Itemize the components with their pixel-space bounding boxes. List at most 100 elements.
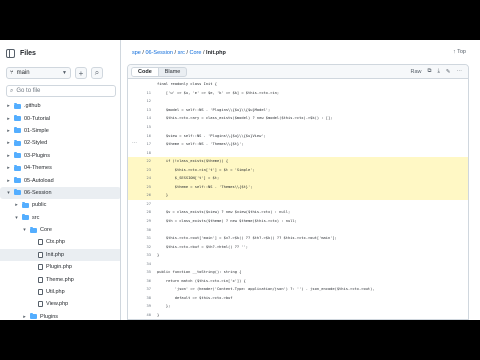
folder-icon xyxy=(30,226,37,233)
tree-folder[interactable]: ▸ 03-Plugins xyxy=(0,150,120,162)
file-icon xyxy=(38,301,43,308)
tree-item-label: Util.php xyxy=(46,289,65,296)
tree-folder[interactable]: ▸ 02-Styled xyxy=(0,137,120,149)
folder-icon xyxy=(14,152,21,159)
code-text: return match ($this->ctx->in['x']) { xyxy=(157,278,246,283)
line-number[interactable]: 36 xyxy=(128,279,157,283)
tree-folder[interactable]: ▾ src xyxy=(0,212,120,224)
tree-folder[interactable]: ▸ 01-Simple xyxy=(0,125,120,137)
file-icon xyxy=(38,251,43,258)
line-number[interactable]: 26 xyxy=(128,193,157,197)
line-number[interactable]: 18 xyxy=(128,151,157,155)
line-number[interactable]: 27 xyxy=(128,202,157,206)
code-line: 23 $this->ctx->in['t'] = $t = 'Simple'; xyxy=(128,165,468,175)
main-content: spe / 06-Session / src / Core / Init.php… xyxy=(121,40,480,320)
chevron-right-icon: ▸ xyxy=(7,165,10,172)
line-number[interactable]: 35 xyxy=(128,270,157,274)
tree-folder[interactable]: ▸ 05-Autoload xyxy=(0,174,120,186)
file-icon xyxy=(38,289,43,296)
line-number[interactable]: 12 xyxy=(128,99,157,103)
line-number[interactable]: 29 xyxy=(128,219,157,223)
tree-file[interactable]: Init.php xyxy=(0,248,120,262)
code-line: 31 $this->ctx->out['main'] = $v?->$k() ?… xyxy=(128,234,468,243)
tree-file[interactable]: Util.php xyxy=(0,286,120,298)
go-to-file-input[interactable]: ⌕ Go to file xyxy=(6,85,116,97)
code-line: 32 $this->ctx->buf = $th?->html() ?? ''; xyxy=(128,242,468,251)
sidebar-header: Files xyxy=(6,49,36,58)
line-number[interactable]: 39 xyxy=(128,304,157,308)
folder-icon xyxy=(22,214,29,221)
line-number[interactable]: 13 xyxy=(128,108,157,112)
file-icon xyxy=(38,276,43,283)
line-number[interactable]: 17 xyxy=(128,142,157,146)
line-number[interactable]: 24 xyxy=(128,176,157,180)
line-number[interactable]: 11 xyxy=(128,91,157,95)
tree-file[interactable]: View.php xyxy=(0,298,120,310)
tree-folder[interactable]: ▸ .github xyxy=(0,100,120,112)
tree-file[interactable]: Ctx.php xyxy=(0,236,120,248)
code-text: 'json' => (header('Content-Type: applica… xyxy=(157,287,375,292)
top-button[interactable]: ↑ Top xyxy=(453,49,466,55)
code-text: $this->ctx->out['main'] = $v?->$k() ?? $… xyxy=(157,236,337,241)
folder-icon xyxy=(14,127,21,134)
line-number[interactable]: 33 xyxy=(128,253,157,257)
breadcrumb-part[interactable]: 06-Session xyxy=(145,50,173,56)
line-number[interactable]: 23 xyxy=(128,168,157,172)
breadcrumb-current: Init.php xyxy=(206,50,226,56)
code-text: $view = self::NS . 'Plugins\\{$u}\\{$u}V… xyxy=(157,133,266,138)
raw-button[interactable]: Raw xyxy=(411,69,422,75)
tree-folder[interactable]: ▸ public xyxy=(0,199,120,211)
code-line: 13 $model = self::NS . 'Plugins\\{$u}\\{… xyxy=(128,106,468,115)
line-number[interactable]: 40 xyxy=(128,313,157,317)
code-line: 18 xyxy=(128,148,468,157)
tab-code[interactable]: Code xyxy=(132,67,159,76)
more-icon[interactable]: ⋯ xyxy=(457,69,463,75)
line-number[interactable]: 15 xyxy=(128,125,157,129)
file-viewer: Code Blame Raw ⧉ ⤓ ✎ ⋯ ⋯ final readonly … xyxy=(127,64,469,320)
add-file-button[interactable]: + xyxy=(75,67,87,79)
search-files-button[interactable]: ⌕ xyxy=(91,67,103,79)
line-number[interactable]: 37 xyxy=(128,287,157,291)
tree-folder[interactable]: ▸ 04-Themes xyxy=(0,162,120,174)
code-line: 36 return match ($this->ctx->in['x']) { xyxy=(128,277,468,286)
breadcrumb-part[interactable]: src xyxy=(178,50,185,56)
line-number[interactable]: 31 xyxy=(128,236,157,240)
tree-item-label: 06-Session xyxy=(24,189,52,196)
tree-item-label: 05-Autoload xyxy=(24,177,54,184)
code-line: 17 $theme = self::NS . 'Themes\\{$t}'; xyxy=(128,140,468,149)
breadcrumb-part[interactable]: spe xyxy=(132,50,141,56)
tab-blame[interactable]: Blame xyxy=(159,68,187,76)
tree-item-label: Core xyxy=(40,227,52,234)
line-number[interactable]: 30 xyxy=(128,228,157,232)
branch-selector[interactable]: ⑂ main ▼ xyxy=(6,67,71,79)
tree-folder[interactable]: ▸ 00-Tutorial xyxy=(0,112,120,124)
search-icon: ⌕ xyxy=(10,87,14,94)
code-text: $this->ctx->buf = $th?->html() ?? ''; xyxy=(157,244,249,249)
line-number[interactable]: 22 xyxy=(128,159,157,163)
tree-folder[interactable]: ▾ Core xyxy=(0,224,120,236)
code-line: 33} xyxy=(128,251,468,260)
line-number[interactable]: 25 xyxy=(128,185,157,189)
line-number[interactable]: 14 xyxy=(128,116,157,120)
line-number[interactable]: 34 xyxy=(128,262,157,266)
collapse-sidebar-icon[interactable] xyxy=(6,49,15,58)
copy-icon[interactable]: ⧉ xyxy=(428,68,432,75)
tree-file[interactable]: Theme.php xyxy=(0,273,120,285)
download-icon[interactable]: ⤓ xyxy=(437,68,439,75)
line-number[interactable]: 16 xyxy=(128,134,157,138)
code-text: ['u' => $u, 'e' => $e, 'k' => $k] = $thi… xyxy=(157,90,280,95)
line-number[interactable]: 38 xyxy=(128,296,157,300)
breadcrumb: spe / 06-Session / src / Core / Init.php xyxy=(132,50,226,56)
chevron-right-icon: ▸ xyxy=(15,202,18,209)
code-line: 30 xyxy=(128,225,468,234)
breadcrumb-part[interactable]: Core xyxy=(190,50,202,56)
tree-item-label: View.php xyxy=(46,301,69,308)
edit-icon[interactable]: ✎ xyxy=(446,69,451,75)
tree-folder[interactable]: ▸ Plugins xyxy=(0,311,120,320)
line-number[interactable]: 32 xyxy=(128,245,157,249)
tree-item-label: 00-Tutorial xyxy=(24,115,51,122)
tree-file[interactable]: Plugin.php xyxy=(0,261,120,273)
tree-folder[interactable]: ▾ 06-Session xyxy=(0,186,120,200)
file-icon xyxy=(38,264,43,271)
line-number[interactable]: 28 xyxy=(128,210,157,214)
